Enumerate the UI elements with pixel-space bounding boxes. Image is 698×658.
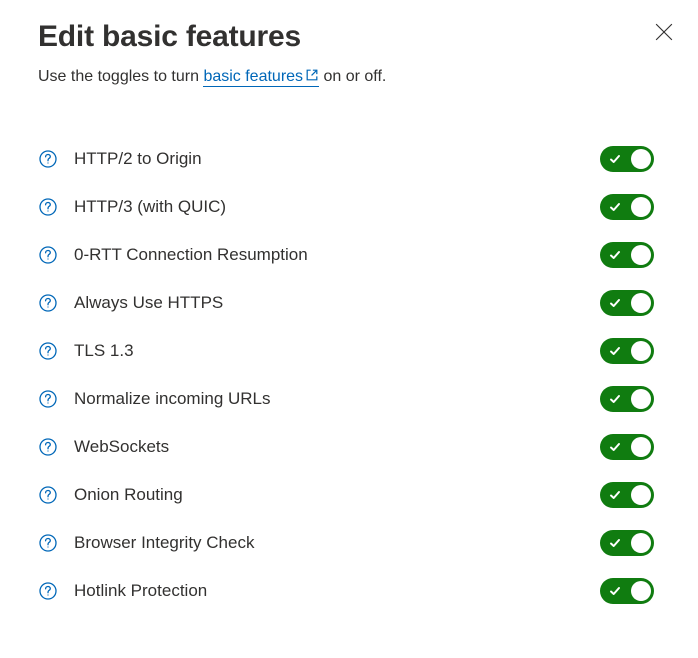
help-icon[interactable] [38, 197, 58, 217]
feature-label: Browser Integrity Check [74, 533, 600, 553]
feature-toggle[interactable] [600, 578, 654, 604]
feature-row: Onion Routing [38, 471, 660, 519]
feature-label: Onion Routing [74, 485, 600, 505]
toggle-knob [631, 293, 651, 313]
feature-row: HTTP/3 (with QUIC) [38, 183, 660, 231]
page-title: Edit basic features [38, 20, 660, 54]
toggle-knob [631, 533, 651, 553]
feature-row: Normalize incoming URLs [38, 375, 660, 423]
toggle-knob [631, 437, 651, 457]
toggle-knob [631, 245, 651, 265]
help-icon[interactable] [38, 389, 58, 409]
feature-toggle[interactable] [600, 194, 654, 220]
feature-row: Browser Integrity Check [38, 519, 660, 567]
feature-row: WebSockets [38, 423, 660, 471]
toggle-knob [631, 389, 651, 409]
toggle-knob [631, 485, 651, 505]
feature-label: Always Use HTTPS [74, 293, 600, 313]
checkmark-icon [609, 297, 621, 309]
feature-toggle[interactable] [600, 530, 654, 556]
checkmark-icon [609, 345, 621, 357]
feature-label: Hotlink Protection [74, 581, 600, 601]
help-icon[interactable] [38, 485, 58, 505]
checkmark-icon [609, 585, 621, 597]
checkmark-icon [609, 489, 621, 501]
subtitle-prefix: Use the toggles to turn [38, 68, 203, 85]
feature-row: Hotlink Protection [38, 567, 660, 615]
external-link-icon [305, 68, 319, 87]
feature-label: Normalize incoming URLs [74, 389, 600, 409]
feature-label: 0-RTT Connection Resumption [74, 245, 600, 265]
feature-row: TLS 1.3 [38, 327, 660, 375]
feature-row: HTTP/2 to Origin [38, 135, 660, 183]
checkmark-icon [609, 249, 621, 261]
feature-toggle[interactable] [600, 242, 654, 268]
checkmark-icon [609, 393, 621, 405]
toggle-knob [631, 197, 651, 217]
checkmark-icon [609, 537, 621, 549]
checkmark-icon [609, 441, 621, 453]
basic-features-link[interactable]: basic features [203, 68, 319, 87]
feature-toggle[interactable] [600, 146, 654, 172]
close-icon [655, 23, 673, 46]
help-icon[interactable] [38, 437, 58, 457]
feature-label: WebSockets [74, 437, 600, 457]
page-subtitle: Use the toggles to turn basic features o… [38, 68, 660, 87]
features-list: HTTP/2 to Origin HTTP/3 (with QUIC) 0-RTT … [38, 135, 660, 615]
feature-label: HTTP/2 to Origin [74, 149, 600, 169]
feature-label: HTTP/3 (with QUIC) [74, 197, 600, 217]
help-icon[interactable] [38, 341, 58, 361]
feature-toggle[interactable] [600, 386, 654, 412]
help-icon[interactable] [38, 293, 58, 313]
help-icon[interactable] [38, 149, 58, 169]
help-icon[interactable] [38, 245, 58, 265]
help-icon[interactable] [38, 533, 58, 553]
feature-toggle[interactable] [600, 434, 654, 460]
checkmark-icon [609, 201, 621, 213]
subtitle-suffix: on or off. [319, 68, 386, 85]
toggle-knob [631, 581, 651, 601]
close-button[interactable] [652, 22, 676, 46]
help-icon[interactable] [38, 581, 58, 601]
feature-row: 0-RTT Connection Resumption [38, 231, 660, 279]
feature-label: TLS 1.3 [74, 341, 600, 361]
feature-row: Always Use HTTPS [38, 279, 660, 327]
checkmark-icon [609, 153, 621, 165]
toggle-knob [631, 149, 651, 169]
toggle-knob [631, 341, 651, 361]
link-text: basic features [203, 68, 303, 85]
feature-toggle[interactable] [600, 482, 654, 508]
feature-toggle[interactable] [600, 338, 654, 364]
feature-toggle[interactable] [600, 290, 654, 316]
